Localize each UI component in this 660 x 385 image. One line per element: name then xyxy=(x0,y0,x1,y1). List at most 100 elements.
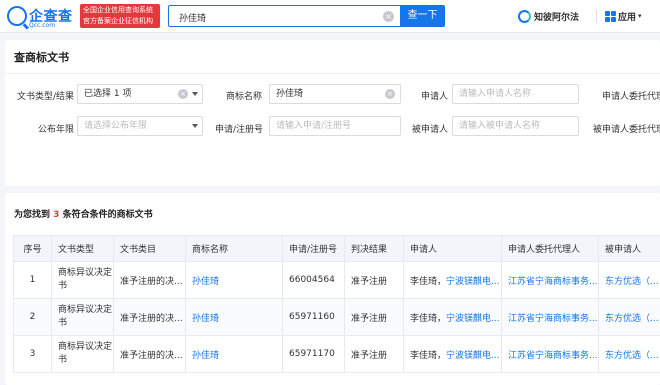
magnifier-logo-icon xyxy=(7,6,27,26)
agent-cell: 江苏省宁海商标事务... xyxy=(501,261,599,299)
result-cell: 准予注册 xyxy=(344,335,404,373)
top-bar: 企查查 Qcc.com 全国企业信用查询系统 官方备案企业征信机构 孙佳琦 × … xyxy=(0,0,660,33)
applicant-cell: 李佳琦，宁波镁麒电... xyxy=(403,298,502,336)
trademark-link[interactable]: 孙佳琦 xyxy=(192,351,219,361)
agent-link[interactable]: 江苏省宁海商标事务... xyxy=(508,351,598,361)
year-select[interactable]: 请选择公布年限 xyxy=(77,116,203,136)
page-title: 查商标文书 xyxy=(14,51,69,64)
doc-type-select[interactable]: 已选择 1 项 × xyxy=(77,84,203,104)
column-header-regno: 申请/注册号 xyxy=(282,235,345,262)
agent-cell: 江苏省宁海商标事务... xyxy=(501,298,599,336)
table-row: 3 商标异议决定书 准予注册的决... 孙佳琦 65971170 准予注册 李佳… xyxy=(13,335,660,373)
result-cell: 准予注册 xyxy=(344,298,404,336)
doc-type-cell: 商标异议决定书 xyxy=(51,298,114,336)
clear-icon[interactable]: × xyxy=(383,11,394,22)
column-header-applicant: 申请人 xyxy=(403,235,502,262)
column-header-trademark: 商标名称 xyxy=(185,235,283,262)
slogan-badge: 全国企业信用查询系统 官方备案企业征信机构 xyxy=(80,4,160,28)
knowfa-label: 知彼阿尔法 xyxy=(534,12,580,23)
respondent-agent-label: 被申请人委托代理 xyxy=(593,125,660,135)
search-button[interactable]: 查一下 xyxy=(400,5,445,27)
respondent-link[interactable]: 东方优选（... xyxy=(605,351,659,361)
applicant-cell: 李佳琦，宁波镁麒电... xyxy=(403,335,502,373)
chevron-down-icon xyxy=(192,124,198,128)
knowfa-link[interactable]: 知彼阿尔法 xyxy=(518,7,579,25)
column-header-category: 文书类目 xyxy=(113,235,186,262)
category-cell: 准予注册的决... xyxy=(113,335,186,373)
results-summary: 为您找到 3 条符合条件的商标文书 xyxy=(14,207,153,220)
grid-icon xyxy=(605,10,616,22)
trademark-name-input[interactable]: 孙佳琦 × xyxy=(269,84,401,104)
search-panel: 查商标文书 文书类型/结果 已选择 1 项 × 商标名称 孙佳琦 × 申请人 请… xyxy=(5,40,660,186)
chevron-down-icon: ▾ xyxy=(638,12,642,20)
respondent-input[interactable]: 请输入被申请人名称 xyxy=(452,116,579,136)
trademark-link[interactable]: 孙佳琦 xyxy=(192,314,219,324)
agent-link[interactable]: 江苏省宁海商标事务... xyxy=(508,314,598,324)
applicant-link[interactable]: 宁波镁麒电... xyxy=(446,314,500,324)
divider xyxy=(596,10,597,23)
row-number: 1 xyxy=(13,261,52,299)
column-header-result: 判决结果 xyxy=(344,235,404,262)
column-header-no: 序号 xyxy=(13,235,52,262)
applicant-link[interactable]: 宁波镁麒电... xyxy=(446,351,500,361)
qcc-logo[interactable]: 企查查 Qcc.com xyxy=(7,5,79,29)
respondent-label: 被申请人 xyxy=(411,125,448,135)
agent-link[interactable]: 江苏省宁海商标事务... xyxy=(508,277,598,287)
table-header-row: 序号 文书类型 文书类目 商标名称 申请/注册号 判决结果 申请人 申请人委托代… xyxy=(13,235,660,262)
respondent-cell: 东方优选（... xyxy=(598,335,660,373)
trademark-name-value: 孙佳琦 xyxy=(276,89,304,99)
applicant-link[interactable]: 宁波镁麒电... xyxy=(446,277,500,287)
trademark-cell: 孙佳琦 xyxy=(185,261,283,299)
applicant-label: 申请人 xyxy=(420,92,448,102)
clear-icon[interactable]: × xyxy=(385,89,395,99)
doc-type-cell: 商标异议决定书 xyxy=(51,335,114,373)
apps-menu[interactable]: 应用 ▾ xyxy=(605,7,642,25)
doc-type-value: 已选择 1 项 xyxy=(84,89,132,99)
search-input-value: 孙佳琦 xyxy=(179,14,207,24)
regno-input[interactable]: 请输入申请/注册号 xyxy=(269,116,401,136)
respondent-cell: 东方优选（... xyxy=(598,298,660,336)
trademark-name-label: 商标名称 xyxy=(225,92,262,102)
category-cell: 准予注册的决... xyxy=(113,298,186,336)
doc-type-label: 文书类型/结果 xyxy=(16,92,74,102)
knowfa-logo-icon xyxy=(518,9,531,23)
respondent-link[interactable]: 东方优选（... xyxy=(605,277,659,287)
regno-cell: 65971170 xyxy=(282,335,345,373)
results-count: 3 xyxy=(53,210,60,220)
results-table: 序号 文书类型 文书类目 商标名称 申请/注册号 判决结果 申请人 申请人委托代… xyxy=(13,235,660,373)
clear-icon[interactable]: × xyxy=(178,89,188,99)
results-suffix: 条符合条件的商标文书 xyxy=(62,210,153,220)
doc-type-cell: 商标异议决定书 xyxy=(51,261,114,299)
trademark-link[interactable]: 孙佳琦 xyxy=(192,277,219,287)
year-placeholder: 请选择公布年限 xyxy=(84,121,148,131)
year-label: 公布年限 xyxy=(37,125,74,135)
row-number: 2 xyxy=(13,298,52,336)
category-cell: 准予注册的决... xyxy=(113,261,186,299)
respondent-link[interactable]: 东方优选（... xyxy=(605,314,659,324)
trademark-cell: 孙佳琦 xyxy=(185,335,283,373)
applicant-input[interactable]: 请输入申请人名称 xyxy=(452,84,579,104)
regno-cell: 66004564 xyxy=(282,261,345,299)
applicant-name: 李佳琦， xyxy=(410,313,447,324)
search-input[interactable]: 孙佳琦 × xyxy=(168,5,400,27)
applicant-name: 李佳琦， xyxy=(410,276,447,287)
chevron-down-icon xyxy=(192,92,198,96)
column-header-agent: 申请人委托代理人 xyxy=(501,235,599,262)
logo-subtext: Qcc.com xyxy=(29,22,56,29)
column-header-respondent: 被申请人 xyxy=(598,235,660,262)
trademark-cell: 孙佳琦 xyxy=(185,298,283,336)
agent-label: 申请人委托代理人 xyxy=(602,92,660,102)
applicant-name: 李佳琦， xyxy=(410,350,447,361)
agent-cell: 江苏省宁海商标事务... xyxy=(501,335,599,373)
column-header-doc-type: 文书类型 xyxy=(51,235,114,262)
divider xyxy=(5,73,660,74)
regno-cell: 65971160 xyxy=(282,298,345,336)
applicant-cell: 李佳琦，宁波镁麒电... xyxy=(403,261,502,299)
regno-label: 申请/注册号 xyxy=(214,125,263,135)
slogan-line-1: 全国企业信用查询系统 xyxy=(83,6,153,14)
slogan-line-2: 官方备案企业征信机构 xyxy=(83,17,153,25)
result-cell: 准予注册 xyxy=(344,261,404,299)
results-prefix: 为您找到 xyxy=(14,210,51,220)
apps-label: 应用 xyxy=(618,12,637,23)
results-panel: 为您找到 3 条符合条件的商标文书 序号 文书类型 文书类目 商标名称 申请/注… xyxy=(5,193,660,385)
